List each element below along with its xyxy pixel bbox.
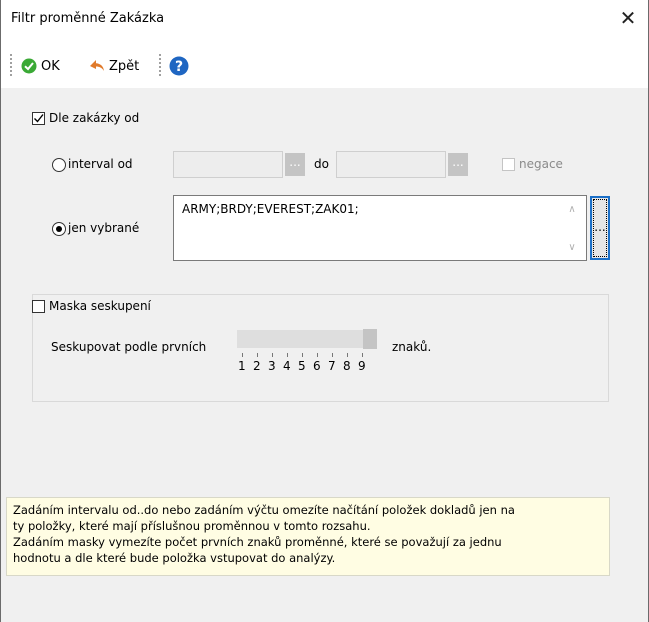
slider-tick xyxy=(272,353,273,357)
mask-group-label: Seskupovat podle prvních xyxy=(51,340,207,354)
selected-values-text: ARMY;BRDY;EVEREST;ZAK01; xyxy=(182,202,359,216)
info-line: Zadáním masky vymezíte počet prvních zna… xyxy=(13,535,502,549)
do-label: do xyxy=(314,157,329,171)
interval-to-browse-button[interactable]: ... xyxy=(448,153,468,176)
negace-checkbox[interactable] xyxy=(502,158,515,171)
interval-to-input[interactable] xyxy=(336,151,446,178)
slider-tick xyxy=(332,353,333,357)
window-title: Filtr proměnné Zakázka xyxy=(11,11,165,26)
toolbar: OK Zpět ? xyxy=(1,44,648,84)
scroll-up-icon[interactable]: ∧ xyxy=(566,204,578,215)
mask-checkbox-label: Maska seskupení xyxy=(49,299,151,313)
filter-checkbox[interactable] xyxy=(32,112,45,125)
slider-tick xyxy=(302,353,303,357)
slider-tick-label: 6 xyxy=(313,359,321,373)
slider-tick-label: 7 xyxy=(328,359,336,373)
slider-tick xyxy=(362,353,363,357)
mask-checkbox[interactable] xyxy=(32,300,45,313)
help-button[interactable]: ? xyxy=(169,56,189,76)
mask-suffix-label: znaků. xyxy=(392,340,432,354)
info-panel: Zadáním intervalu od..do nebo zadáním vý… xyxy=(6,497,610,576)
scroll-down-icon[interactable]: ∨ xyxy=(566,242,578,253)
slider-tick-label: 5 xyxy=(298,359,306,373)
help-icon: ? xyxy=(169,56,189,76)
back-button[interactable]: Zpět xyxy=(89,56,139,76)
dialog-window: Filtr proměnné Zakázka ✕ OK Zpět ? Dle z… xyxy=(0,0,649,622)
slider-tick xyxy=(287,353,288,357)
ok-button[interactable]: OK xyxy=(21,56,60,76)
info-line: Zadáním intervalu od..do nebo zadáním vý… xyxy=(13,503,515,517)
slider-tick-label: 2 xyxy=(253,359,261,373)
selected-radio[interactable] xyxy=(52,222,66,236)
selected-browse-button[interactable]: ... xyxy=(590,196,610,260)
slider-tick xyxy=(347,353,348,357)
slider-tick xyxy=(317,353,318,357)
interval-radio-label: interval od xyxy=(68,157,133,171)
back-arrow-icon xyxy=(90,60,104,71)
ok-label: OK xyxy=(41,58,60,74)
slider-tick xyxy=(242,353,243,357)
title-bar: Filtr proměnné Zakázka ✕ xyxy=(1,0,648,40)
mask-slider-thumb[interactable] xyxy=(363,329,377,349)
slider-tick-label: 3 xyxy=(268,359,276,373)
toolbar-separator xyxy=(159,54,164,76)
slider-tick xyxy=(257,353,258,357)
slider-tick-label: 8 xyxy=(343,359,351,373)
slider-tick-label: 1 xyxy=(238,359,246,373)
interval-from-input[interactable] xyxy=(173,151,283,178)
interval-radio[interactable] xyxy=(52,158,66,172)
close-icon[interactable]: ✕ xyxy=(618,8,638,28)
ok-icon xyxy=(21,58,37,74)
mask-slider-track[interactable] xyxy=(237,330,377,348)
interval-from-browse-button[interactable]: ... xyxy=(285,153,305,176)
selected-radio-label: jen vybrané xyxy=(68,221,140,235)
slider-tick-label: 9 xyxy=(358,359,366,373)
info-line: ty položky, které mají příslušnou proměn… xyxy=(13,519,371,533)
filter-checkbox-label: Dle zakázky od xyxy=(49,111,140,125)
toolbar-grip[interactable] xyxy=(10,54,15,76)
checkmark-icon xyxy=(34,114,44,123)
dialog-content: Dle zakázky od interval od ... do ... ne… xyxy=(1,88,648,622)
info-line: hodnotu a dle které bude položka vstupov… xyxy=(13,551,336,565)
back-label: Zpět xyxy=(109,58,140,74)
selected-values-textarea[interactable]: ARMY;BRDY;EVEREST;ZAK01; ∧ ∨ xyxy=(173,195,587,261)
slider-tick-label: 4 xyxy=(283,359,291,373)
negace-label: negace xyxy=(519,157,563,171)
svg-text:?: ? xyxy=(175,59,183,75)
